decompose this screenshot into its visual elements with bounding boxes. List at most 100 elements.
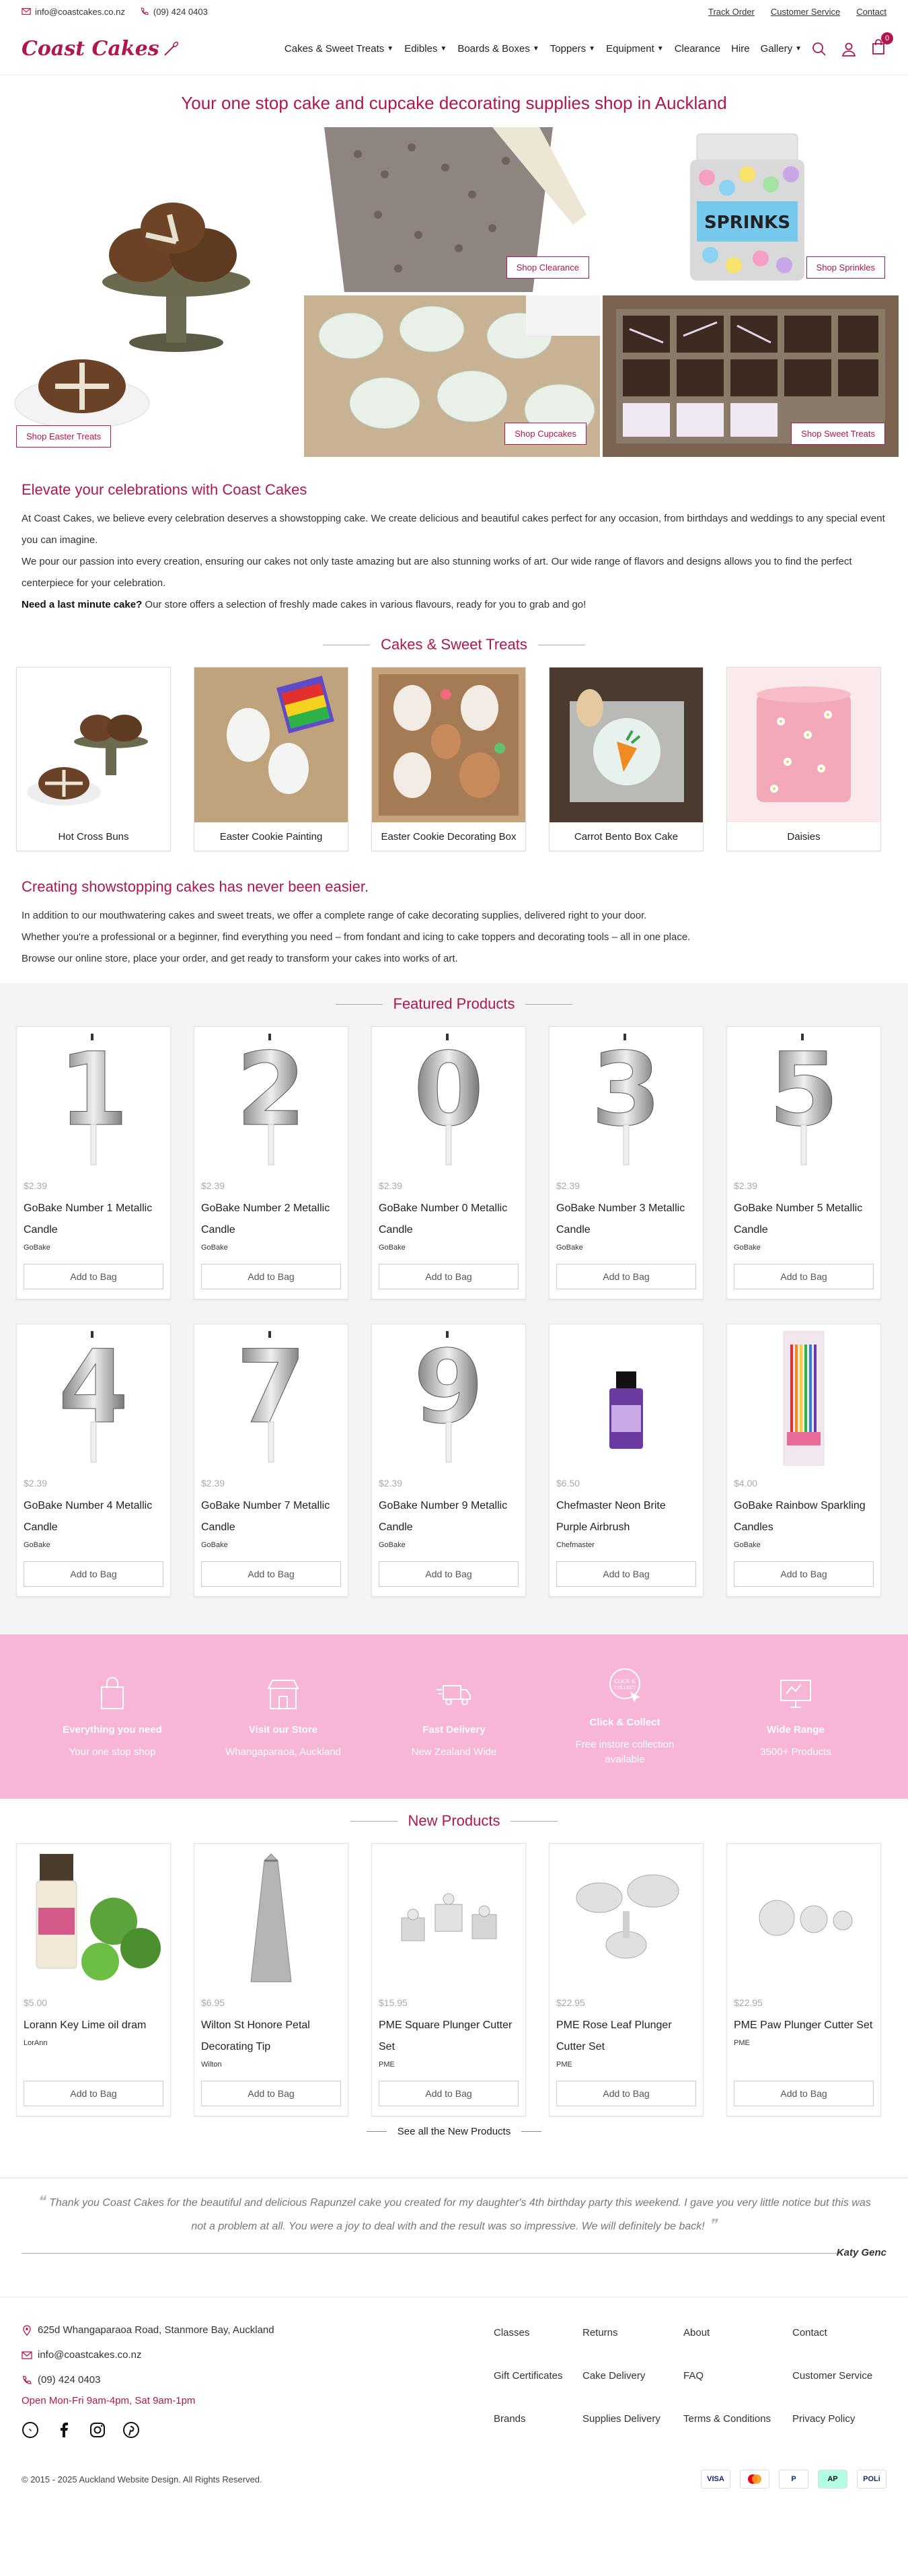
product-card[interactable]: $4.00 GoBake Rainbow Sparkling Candles GoB…	[726, 1324, 881, 1597]
add-to-bag-button[interactable]: Add to Bag	[379, 2081, 519, 2106]
product-card[interactable]: $6.50 Chefmaster Neon Brite Purple Airbru…	[549, 1324, 704, 1597]
add-to-bag-button[interactable]: Add to Bag	[556, 2081, 696, 2106]
product-image[interactable]: 2	[194, 1027, 348, 1175]
product-image[interactable]: 9	[372, 1324, 525, 1472]
cart-button[interactable]: 0	[870, 32, 893, 59]
product-name[interactable]: Wilton St Honore Petal Decorating Tip	[194, 2015, 348, 2058]
product-card[interactable]: $22.95 PME Paw Plunger Cutter Set PME Add t…	[726, 1843, 881, 2116]
product-image[interactable]	[372, 1844, 525, 1992]
product-name[interactable]: GoBake Number 1 Metallic Candle	[17, 1198, 170, 1241]
product-name[interactable]: GoBake Number 0 Metallic Candle	[372, 1198, 525, 1241]
footer-link[interactable]: FAQ	[683, 2370, 792, 2396]
shop-sweet-treats-button[interactable]: Shop Sweet Treats	[791, 423, 885, 445]
nav-gallery[interactable]: Gallery ▼	[761, 43, 802, 55]
footer-link[interactable]: Gift Certificates	[494, 2370, 582, 2396]
category-card[interactable]: Easter Cookie Painting	[194, 667, 348, 851]
nav-cakes[interactable]: Cakes & Sweet Treats ▼	[285, 43, 393, 55]
product-image[interactable]: 3	[550, 1027, 703, 1175]
product-name[interactable]: PME Rose Leaf Plunger Cutter Set	[550, 2015, 703, 2058]
product-card[interactable]: 4 $2.39 GoBake Number 4 Metallic Candle GoB…	[16, 1324, 171, 1597]
tile-sweet-treats[interactable]: Shop Sweet Treats	[603, 295, 899, 457]
product-card[interactable]: $15.95 PME Square Plunger Cutter Set PME Ad…	[371, 1843, 526, 2116]
product-image[interactable]	[550, 1324, 703, 1472]
nav-toppers[interactable]: Toppers ▼	[550, 43, 595, 55]
topbar-phone[interactable]: (09) 424 0403	[140, 7, 208, 17]
customer-service-link[interactable]: Customer Service	[771, 7, 840, 17]
see-all-new[interactable]: See all the New Products	[0, 2126, 908, 2137]
nav-equipment[interactable]: Equipment ▼	[606, 43, 664, 55]
product-image[interactable]: 1	[17, 1027, 170, 1175]
category-card[interactable]: Carrot Bento Box Cake	[549, 667, 704, 851]
footer-email[interactable]: info@coastcakes.co.nz	[22, 2349, 274, 2361]
facebook-icon[interactable]	[55, 2421, 73, 2439]
nav-hire[interactable]: Hire	[731, 43, 750, 55]
pinterest-icon[interactable]	[122, 2421, 140, 2439]
add-to-bag-button[interactable]: Add to Bag	[24, 2081, 163, 2106]
product-image[interactable]: 4	[17, 1324, 170, 1472]
product-image[interactable]: 5	[727, 1027, 880, 1175]
footer-phone[interactable]: (09) 424 0403	[22, 2374, 274, 2386]
product-card[interactable]: $22.95 PME Rose Leaf Plunger Cutter Set PM…	[549, 1843, 704, 2116]
product-image[interactable]	[17, 1844, 170, 1992]
footer-link[interactable]: Contact	[792, 2327, 886, 2353]
product-card[interactable]: $6.95 Wilton St Honore Petal Decorating T…	[194, 1843, 348, 2116]
add-to-bag-button[interactable]: Add to Bag	[556, 1264, 696, 1289]
add-to-bag-button[interactable]: Add to Bag	[734, 2081, 874, 2106]
product-name[interactable]: PME Square Plunger Cutter Set	[372, 2015, 525, 2058]
shop-cupcakes-button[interactable]: Shop Cupcakes	[504, 423, 587, 445]
product-name[interactable]: GoBake Number 7 Metallic Candle	[194, 1495, 348, 1538]
footer-link[interactable]: Cake Delivery	[582, 2370, 683, 2396]
messenger-icon[interactable]	[22, 2421, 39, 2439]
product-name[interactable]: GoBake Number 2 Metallic Candle	[194, 1198, 348, 1241]
product-card[interactable]: 0 $2.39 GoBake Number 0 Metallic Candle GoB…	[371, 1026, 526, 1299]
shop-sprinkles-button[interactable]: Shop Sprinkles	[806, 256, 885, 279]
product-name[interactable]: GoBake Number 4 Metallic Candle	[17, 1495, 170, 1538]
add-to-bag-button[interactable]: Add to Bag	[201, 2081, 341, 2106]
contact-link[interactable]: Contact	[856, 7, 886, 17]
add-to-bag-button[interactable]: Add to Bag	[201, 1561, 341, 1587]
tile-sprinkles[interactable]: SPRINKS Shop Sprinkles	[603, 127, 899, 292]
add-to-bag-button[interactable]: Add to Bag	[201, 1264, 341, 1289]
footer-link[interactable]: About	[683, 2327, 792, 2353]
product-card[interactable]: 3 $2.39 GoBake Number 3 Metallic Candle GoB…	[549, 1026, 704, 1299]
product-name[interactable]: GoBake Rainbow Sparkling Candles	[727, 1495, 880, 1538]
track-order-link[interactable]: Track Order	[708, 7, 755, 17]
instagram-icon[interactable]	[89, 2421, 106, 2439]
product-name[interactable]: GoBake Number 9 Metallic Candle	[372, 1495, 525, 1538]
product-card[interactable]: 2 $2.39 GoBake Number 2 Metallic Candle GoB…	[194, 1026, 348, 1299]
product-card[interactable]: 5 $2.39 GoBake Number 5 Metallic Candle GoB…	[726, 1026, 881, 1299]
product-image[interactable]	[194, 1844, 348, 1992]
category-card[interactable]: Easter Cookie Decorating Box	[371, 667, 526, 851]
add-to-bag-button[interactable]: Add to Bag	[24, 1264, 163, 1289]
add-to-bag-button[interactable]: Add to Bag	[24, 1561, 163, 1587]
product-name[interactable]: PME Paw Plunger Cutter Set	[727, 2015, 880, 2036]
category-card[interactable]: Hot Cross Buns	[16, 667, 171, 851]
footer-link[interactable]: Returns	[582, 2327, 683, 2353]
product-image[interactable]	[727, 1324, 880, 1472]
tile-clearance[interactable]: Shop Clearance	[304, 127, 600, 292]
shop-clearance-button[interactable]: Shop Clearance	[506, 256, 589, 279]
add-to-bag-button[interactable]: Add to Bag	[734, 1264, 874, 1289]
shop-easter-button[interactable]: Shop Easter Treats	[16, 425, 112, 448]
product-name[interactable]: Lorann Key Lime oil dram	[17, 2015, 170, 2036]
product-card[interactable]: 9 $2.39 GoBake Number 9 Metallic Candle GoB…	[371, 1324, 526, 1597]
add-to-bag-button[interactable]: Add to Bag	[556, 1561, 696, 1587]
tile-easter[interactable]: Shop Easter Treats	[8, 127, 297, 457]
topbar-email[interactable]: info@coastcakes.co.nz	[22, 7, 125, 17]
footer-link[interactable]: Customer Service	[792, 2370, 886, 2396]
category-card[interactable]: Daisies	[726, 667, 881, 851]
footer-link[interactable]: Classes	[494, 2327, 582, 2353]
tile-cupcakes[interactable]: Shop Cupcakes	[304, 295, 600, 457]
search-icon[interactable]	[811, 41, 827, 57]
add-to-bag-button[interactable]: Add to Bag	[379, 1561, 519, 1587]
nav-clearance[interactable]: Clearance	[675, 43, 720, 55]
nav-boards[interactable]: Boards & Boxes ▼	[457, 43, 539, 55]
product-image[interactable]: 7	[194, 1324, 348, 1472]
product-card[interactable]: 1 $2.39 GoBake Number 1 Metallic Candle GoB…	[16, 1026, 171, 1299]
product-card[interactable]: $5.00 Lorann Key Lime oil dram LorAnn Add t…	[16, 1843, 171, 2116]
nav-edibles[interactable]: Edibles ▼	[404, 43, 447, 55]
footer-link[interactable]: Terms & Conditions	[683, 2413, 792, 2439]
add-to-bag-button[interactable]: Add to Bag	[379, 1264, 519, 1289]
footer-link[interactable]: Privacy Policy	[792, 2413, 886, 2439]
product-card[interactable]: 7 $2.39 GoBake Number 7 Metallic Candle GoB…	[194, 1324, 348, 1597]
